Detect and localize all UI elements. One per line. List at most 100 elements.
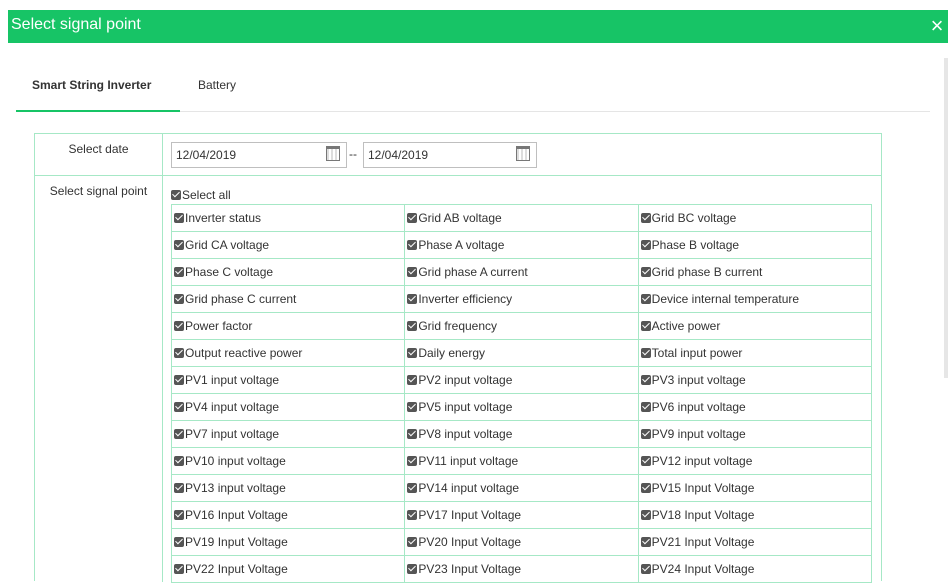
checkbox-checked-icon[interactable]	[407, 267, 418, 277]
checkbox-checked-icon[interactable]	[640, 240, 651, 250]
checkbox-checked-icon[interactable]	[640, 321, 651, 331]
signal-point-checkbox[interactable]: PV7 input voltage	[172, 421, 406, 447]
checkbox-checked-icon[interactable]	[640, 294, 651, 304]
signal-point-label: Inverter status	[185, 211, 262, 225]
end-date-input[interactable]: 12/04/2019	[363, 142, 537, 168]
checkbox-checked-icon[interactable]	[640, 267, 651, 277]
signal-point-checkbox[interactable]: PV18 Input Voltage	[639, 502, 872, 528]
calendar-icon[interactable]	[516, 146, 530, 161]
signal-point-checkbox[interactable]: Grid phase C current	[172, 286, 406, 312]
signal-point-checkbox[interactable]: PV20 Input Voltage	[405, 529, 639, 555]
checkbox-checked-icon[interactable]	[174, 429, 184, 439]
signal-point-checkbox[interactable]: PV11 input voltage	[405, 448, 639, 474]
checkbox-checked-icon[interactable]	[407, 537, 418, 547]
signal-point-label: PV2 input voltage	[418, 373, 513, 387]
signal-point-checkbox[interactable]: Device internal temperature	[639, 286, 872, 312]
checkbox-checked-icon[interactable]	[640, 483, 651, 493]
checkbox-checked-icon[interactable]	[174, 267, 184, 277]
signal-point-checkbox[interactable]: PV22 Input Voltage	[172, 556, 406, 582]
scrollbar[interactable]	[944, 58, 948, 378]
checkbox-checked-icon[interactable]	[407, 375, 418, 385]
signal-point-checkbox[interactable]: PV10 input voltage	[172, 448, 406, 474]
checkbox-checked-icon[interactable]	[407, 294, 418, 304]
signal-point-label: PV3 input voltage	[651, 373, 746, 387]
checkbox-checked-icon[interactable]	[407, 240, 418, 250]
signal-point-checkbox[interactable]: PV8 input voltage	[405, 421, 639, 447]
signal-point-checkbox[interactable]: Inverter efficiency	[405, 286, 639, 312]
signal-point-checkbox[interactable]: PV9 input voltage	[639, 421, 872, 447]
checkbox-checked-icon[interactable]	[407, 213, 418, 223]
signal-point-checkbox[interactable]: PV12 input voltage	[639, 448, 872, 474]
checkbox-checked-icon[interactable]	[640, 564, 651, 574]
signal-point-checkbox[interactable]: PV13 input voltage	[172, 475, 406, 501]
signal-point-checkbox[interactable]: Inverter status	[172, 205, 406, 231]
checkbox-checked-icon[interactable]	[407, 510, 418, 520]
checkbox-checked-icon[interactable]	[174, 321, 184, 331]
checkbox-checked-icon[interactable]	[174, 537, 184, 547]
checkbox-checked-icon[interactable]	[640, 537, 651, 547]
tab-battery[interactable]: Battery	[198, 78, 258, 112]
signal-point-checkbox[interactable]: Grid frequency	[405, 313, 639, 339]
signal-point-checkbox[interactable]: PV1 input voltage	[172, 367, 406, 393]
signal-point-checkbox[interactable]: Output reactive power	[172, 340, 406, 366]
checkbox-checked-icon[interactable]	[174, 213, 184, 223]
close-icon[interactable]: ×	[926, 12, 948, 40]
checkbox-checked-icon[interactable]	[407, 564, 418, 574]
signal-point-checkbox[interactable]: PV3 input voltage	[639, 367, 872, 393]
signal-point-checkbox[interactable]: Total input power	[639, 340, 872, 366]
signal-point-checkbox[interactable]: Phase A voltage	[405, 232, 639, 258]
signal-point-checkbox[interactable]: Grid BC voltage	[639, 205, 872, 231]
signal-point-checkbox[interactable]: Phase C voltage	[172, 259, 406, 285]
calendar-icon[interactable]	[326, 146, 340, 161]
start-date-input[interactable]: 12/04/2019	[171, 142, 347, 168]
select-all-checkbox[interactable]: Select all	[171, 188, 231, 202]
checkbox-checked-icon[interactable]	[174, 240, 184, 250]
checkbox-checked-icon[interactable]	[174, 456, 184, 466]
checkbox-checked-icon[interactable]	[640, 375, 651, 385]
checkbox-checked-icon[interactable]	[407, 402, 418, 412]
signal-point-checkbox[interactable]: Phase B voltage	[639, 232, 872, 258]
signal-point-checkbox[interactable]: PV23 Input Voltage	[405, 556, 639, 582]
checkbox-checked-icon[interactable]	[407, 456, 418, 466]
signal-point-checkbox[interactable]: Grid phase A current	[405, 259, 639, 285]
checkbox-checked-icon[interactable]	[640, 510, 651, 520]
signal-point-checkbox[interactable]: PV4 input voltage	[172, 394, 406, 420]
signal-point-checkbox[interactable]: PV21 Input Voltage	[639, 529, 872, 555]
signal-point-checkbox[interactable]: PV2 input voltage	[405, 367, 639, 393]
checkbox-checked-icon[interactable]	[640, 213, 651, 223]
signal-point-checkbox[interactable]: Grid CA voltage	[172, 232, 406, 258]
checkbox-checked-icon[interactable]	[174, 375, 184, 385]
checkbox-checked-icon[interactable]	[407, 483, 418, 493]
signal-point-checkbox[interactable]: PV14 input voltage	[405, 475, 639, 501]
signal-point-checkbox[interactable]: PV6 input voltage	[639, 394, 872, 420]
signal-point-checkbox[interactable]: Grid phase B current	[639, 259, 872, 285]
signal-point-checkbox[interactable]: Daily energy	[405, 340, 639, 366]
checkbox-checked-icon[interactable]	[640, 429, 651, 439]
tab-smart-string-inverter[interactable]: Smart String Inverter	[16, 78, 180, 112]
checkbox-checked-icon[interactable]	[174, 348, 184, 358]
checkbox-checked-icon[interactable]	[407, 429, 418, 439]
signal-point-checkbox[interactable]: PV17 Input Voltage	[405, 502, 639, 528]
checkbox-checked-icon[interactable]	[640, 402, 651, 412]
signal-point-label: PV13 input voltage	[185, 481, 286, 495]
signal-point-label: Power factor	[185, 319, 253, 333]
checkbox-checked-icon[interactable]	[174, 510, 184, 520]
checkbox-checked-icon[interactable]	[174, 483, 184, 493]
signal-point-checkbox[interactable]: PV16 Input Voltage	[172, 502, 406, 528]
signal-point-checkbox[interactable]: PV5 input voltage	[405, 394, 639, 420]
signal-point-checkbox[interactable]: Power factor	[172, 313, 406, 339]
signal-point-checkbox[interactable]: Active power	[639, 313, 872, 339]
signal-point-checkbox[interactable]: PV24 Input Voltage	[639, 556, 872, 582]
signal-point-checkbox[interactable]: PV19 Input Voltage	[172, 529, 406, 555]
checkbox-checked-icon[interactable]	[407, 321, 418, 331]
checkbox-checked-icon[interactable]	[640, 456, 651, 466]
checkbox-checked-icon[interactable]	[174, 402, 184, 412]
checkbox-checked-icon[interactable]	[171, 190, 181, 200]
signal-row-item: PV19 Input Voltage PV20 Input Voltage PV21…	[172, 529, 872, 556]
checkbox-checked-icon[interactable]	[174, 294, 184, 304]
signal-point-checkbox[interactable]: Grid AB voltage	[405, 205, 639, 231]
checkbox-checked-icon[interactable]	[407, 348, 418, 358]
checkbox-checked-icon[interactable]	[174, 564, 184, 574]
checkbox-checked-icon[interactable]	[640, 348, 651, 358]
signal-point-checkbox[interactable]: PV15 Input Voltage	[639, 475, 872, 501]
